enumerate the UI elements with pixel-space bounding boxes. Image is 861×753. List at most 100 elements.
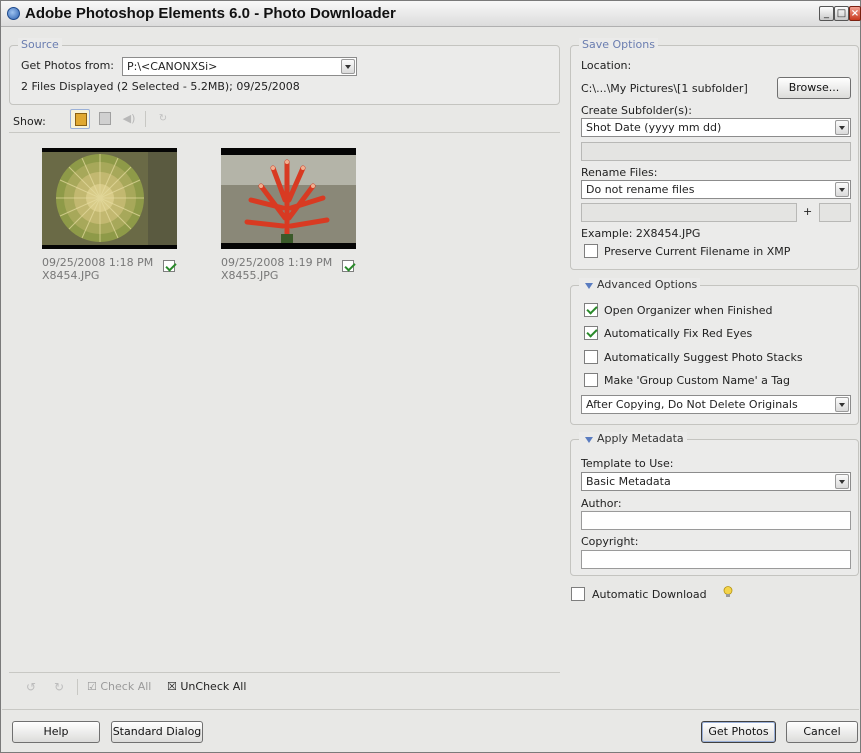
files-status: 2 Files Displayed (2 Selected - 5.2MB); … <box>21 80 300 93</box>
rename-custom-input[interactable] <box>581 203 797 222</box>
cactus-image <box>42 148 177 249</box>
photo-filename: X8455.JPG <box>221 269 279 282</box>
bottom-tool-separator <box>77 679 78 695</box>
maximize-button[interactable]: □ <box>834 6 849 21</box>
photo-datetime: 09/25/2008 1:18 PM <box>42 256 154 269</box>
open-organizer-label: Open Organizer when Finished <box>604 304 773 317</box>
apply-metadata-legend: Apply Metadata <box>597 432 684 445</box>
chevron-down-icon <box>341 59 355 74</box>
custom-subfolder-input[interactable] <box>581 142 851 161</box>
save-options-group: Save Options Location: C:\...\My Picture… <box>570 38 859 270</box>
uncheck-all-label: UnCheck All <box>180 680 247 693</box>
disclosure-triangle-icon <box>585 437 593 443</box>
template-value: Basic Metadata <box>586 475 671 488</box>
close-button[interactable]: × <box>849 6 861 21</box>
create-subfolder-select[interactable]: Shot Date (yyyy mm dd) <box>581 118 851 137</box>
chevron-down-icon <box>835 474 849 489</box>
preserve-filename-label: Preserve Current Filename in XMP <box>604 245 791 258</box>
fix-red-eyes-label: Automatically Fix Red Eyes <box>604 327 753 340</box>
photo-select-checkbox[interactable] <box>163 260 175 272</box>
uncheck-all-button[interactable]: ☒ UnCheck All <box>167 680 246 696</box>
template-select[interactable]: Basic Metadata <box>581 472 851 491</box>
open-organizer-checkbox[interactable] <box>584 303 598 317</box>
speaker-icon: ◀) <box>122 112 136 125</box>
advanced-options-legend: Advanced Options <box>597 278 698 291</box>
photo-downloader-window: Adobe Photoshop Elements 6.0 - Photo Dow… <box>0 0 861 753</box>
standard-dialog-button[interactable]: Standard Dialog <box>111 721 203 743</box>
suggest-stacks-label: Automatically Suggest Photo Stacks <box>604 351 803 364</box>
advanced-options-header[interactable]: Advanced Options <box>579 278 701 291</box>
chevron-down-icon <box>835 397 849 412</box>
source-legend: Source <box>18 38 62 51</box>
copyright-label: Copyright: <box>581 535 639 548</box>
author-input[interactable] <box>581 511 851 530</box>
after-copying-select[interactable]: After Copying, Do Not Delete Originals <box>581 395 851 414</box>
window-title: Adobe Photoshop Elements 6.0 - Photo Dow… <box>25 5 396 22</box>
bottom-divider <box>9 672 560 673</box>
get-photos-from-value: P:\<CANONXSi> <box>127 60 218 73</box>
get-photos-from-select[interactable]: P:\<CANONXSi> <box>122 57 357 76</box>
photo-grid: 09/25/2008 1:18 PM X8454.JPG 09/25/2008 … <box>9 133 560 671</box>
rename-files-value: Do not rename files <box>586 183 695 196</box>
fix-red-eyes-checkbox[interactable] <box>584 326 598 340</box>
tip-lightbulb-icon[interactable] <box>723 586 733 598</box>
photo-select-checkbox[interactable] <box>342 260 354 272</box>
example-filename: Example: 2X8454.JPG <box>581 227 701 240</box>
lightbulb-icon <box>723 586 733 597</box>
rotate-right-icon: ↻ <box>54 680 65 694</box>
show-video-toggle[interactable] <box>95 109 115 129</box>
check-all-button[interactable]: ☑ Check All <box>87 680 151 696</box>
photo-datetime: 09/25/2008 1:19 PM <box>221 256 333 269</box>
show-audio-toggle[interactable]: ◀) <box>119 109 139 129</box>
photo-item[interactable]: 09/25/2008 1:18 PM X8454.JPG <box>42 148 182 288</box>
photo-filename: X8454.JPG <box>42 269 100 282</box>
footer-divider <box>2 709 859 710</box>
copyright-input[interactable] <box>581 550 851 569</box>
preserve-filename-checkbox[interactable] <box>584 244 598 258</box>
location-label: Location: <box>581 59 632 72</box>
rotate-icon: ↻ <box>158 113 168 124</box>
group-tag-label: Make 'Group Custom Name' a Tag <box>604 374 790 387</box>
plus-label: + <box>803 205 813 218</box>
uncheck-all-icon: ☒ <box>167 680 177 693</box>
author-label: Author: <box>581 497 622 510</box>
minimize-button[interactable]: _ <box>819 6 834 21</box>
title-bar[interactable]: Adobe Photoshop Elements 6.0 - Photo Dow… <box>1 1 861 27</box>
photo-thumbnail[interactable] <box>221 148 356 249</box>
image-file-icon <box>75 113 87 126</box>
disclosure-triangle-icon <box>585 283 593 289</box>
photo-thumbnail[interactable] <box>42 148 177 249</box>
app-icon <box>7 7 20 20</box>
template-label: Template to Use: <box>581 457 674 470</box>
chevron-down-icon <box>835 120 849 135</box>
location-value: C:\...\My Pictures\[1 subfolder] <box>581 82 748 95</box>
show-images-toggle[interactable] <box>70 109 90 129</box>
show-label: Show: <box>13 115 46 128</box>
cancel-button[interactable]: Cancel <box>786 721 858 743</box>
rename-files-label: Rename Files: <box>581 166 658 179</box>
apply-metadata-header[interactable]: Apply Metadata <box>579 432 687 445</box>
get-photos-from-label: Get Photos from: <box>21 59 115 72</box>
source-group: Source Get Photos from: P:\<CANONXSi> 2 … <box>9 38 560 105</box>
check-all-label: Check All <box>100 680 152 693</box>
rotate-left-button[interactable]: ↺ <box>26 680 40 694</box>
after-copying-value: After Copying, Do Not Delete Originals <box>586 398 798 411</box>
rotate-tool[interactable]: ↻ <box>153 109 173 129</box>
rename-files-select[interactable]: Do not rename files <box>581 180 851 199</box>
rotate-left-icon: ↺ <box>26 680 37 694</box>
help-button[interactable]: Help <box>12 721 100 743</box>
automatic-download-label: Automatic Download <box>592 588 707 601</box>
create-subfolder-value: Shot Date (yyyy mm dd) <box>586 121 722 134</box>
group-tag-checkbox[interactable] <box>584 373 598 387</box>
check-all-icon: ☑ <box>87 680 97 693</box>
advanced-options-group: Advanced Options Open Organizer when Fin… <box>570 278 859 425</box>
rename-number-input[interactable] <box>819 203 851 222</box>
photo-item[interactable]: 09/25/2008 1:19 PM X8455.JPG <box>221 148 366 288</box>
browse-button[interactable]: Browse... <box>777 77 851 99</box>
automatic-download-checkbox[interactable] <box>571 587 585 601</box>
suggest-stacks-checkbox[interactable] <box>584 350 598 364</box>
apply-metadata-group: Apply Metadata Template to Use: Basic Me… <box>570 432 859 576</box>
get-photos-button[interactable]: Get Photos <box>701 721 776 743</box>
create-subfolder-label: Create Subfolder(s): <box>581 104 692 117</box>
rotate-right-button[interactable]: ↻ <box>54 680 68 694</box>
